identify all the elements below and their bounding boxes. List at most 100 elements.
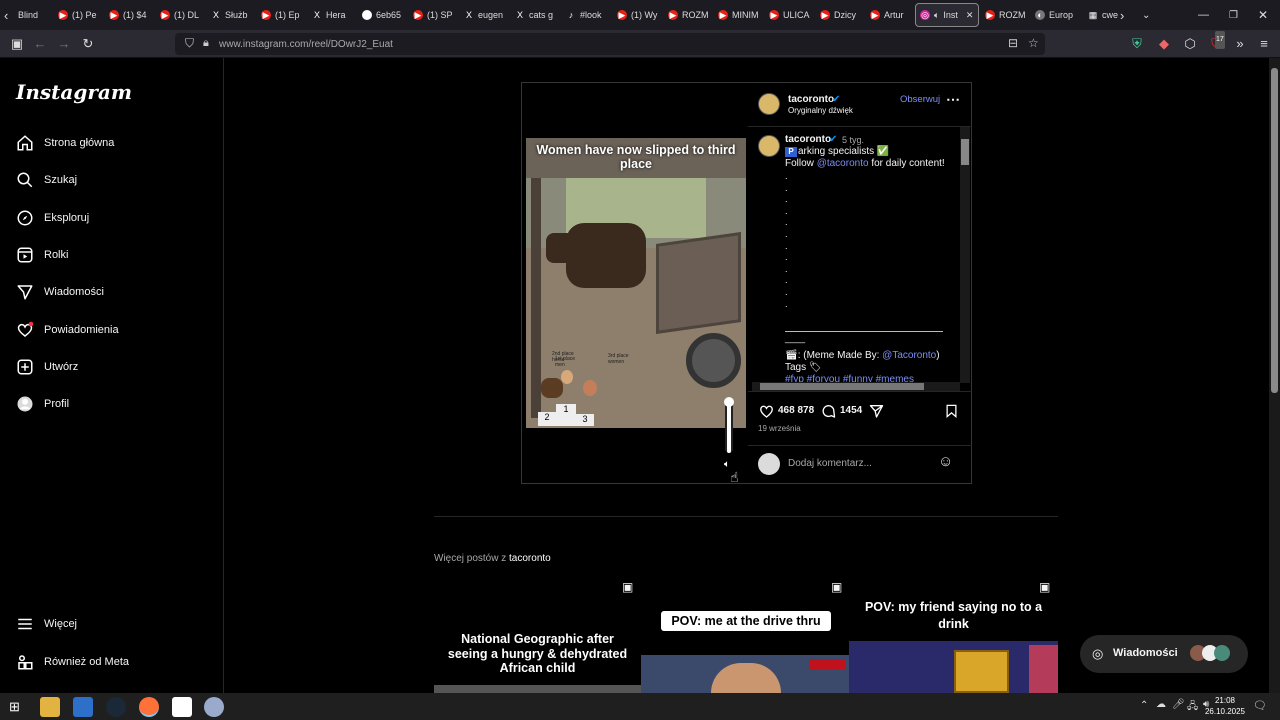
tab-6[interactable]: X Hera [312, 3, 358, 27]
tab-list-button[interactable]: ⌄ [1142, 3, 1150, 27]
more-post-thumb-1[interactable]: National Geographic after seeing a hungr… [434, 575, 641, 693]
caption-vertical-scrollbar[interactable] [960, 127, 970, 383]
sidebar-item-create[interactable]: Utwórz [16, 355, 78, 379]
tray-network-icon[interactable]: 🖧︎ [1187, 699, 1198, 716]
caption-horizontal-scrollbar[interactable] [752, 382, 960, 391]
tab-14[interactable]: ▶ MINIM [718, 3, 764, 27]
caption-mention-link[interactable]: @tacoronto [817, 158, 869, 169]
sidebar-item-search[interactable]: Szukaj [16, 168, 77, 192]
sidebar-item-reels[interactable]: Rolki [16, 243, 68, 267]
url-bar[interactable]: ⛉ 🔒︎ www.instagram.com/reel/DOwrJ2_Euat … [175, 33, 1045, 55]
likes-count[interactable]: 468 878 [778, 405, 814, 416]
tab-scroll-right-button[interactable]: › [1120, 3, 1124, 27]
tab-13[interactable]: ▶ ROZM [668, 3, 714, 27]
extension-ublock-icon[interactable]: ⛉ 17 [1207, 31, 1225, 53]
more-options-icon[interactable]: ⋯ [946, 91, 960, 108]
sidebar-item-meta[interactable]: Również od Meta [16, 650, 129, 674]
sidebar-item-home[interactable]: Strona główna [16, 131, 114, 155]
author-avatar[interactable] [758, 93, 780, 115]
tab-audio-icon[interactable]: 🔈︎ [934, 10, 939, 21]
firefox-icon[interactable] [139, 697, 159, 717]
tray-chevron-icon[interactable]: ⌃ [1140, 700, 1148, 711]
page-scrollbar-thumb[interactable] [1271, 68, 1278, 393]
scrollbar-thumb[interactable] [760, 383, 924, 390]
tab-16[interactable]: ▶ Dzicy [820, 3, 866, 27]
notification-center-icon[interactable]: 🗨︎ [1253, 699, 1267, 712]
more-posts-username-link[interactable]: tacoronto [509, 553, 551, 564]
sidebar-item-messages[interactable]: Wiadomości [16, 280, 104, 304]
tray-cloud-icon[interactable]: ☁ [1156, 699, 1166, 710]
lock-icon[interactable]: 🔒︎ [203, 37, 209, 50]
clock-date[interactable]: 26.10.2025 [1200, 707, 1250, 716]
emoji-picker-icon[interactable]: ☺ [938, 453, 953, 470]
file-explorer-icon[interactable] [40, 697, 60, 717]
back-button[interactable]: ← [31, 35, 49, 53]
steam-icon[interactable] [106, 697, 126, 717]
clock-time[interactable]: 21:08 [1206, 696, 1244, 705]
volume-slider[interactable] [724, 397, 734, 453]
tab-11[interactable]: ♪ #look [566, 3, 612, 27]
tab-1[interactable]: ▶ (1) Pe [58, 3, 104, 27]
extension-shield-icon[interactable]: ⛨ [1128, 35, 1146, 53]
reader-view-icon[interactable]: ⊟ [1008, 36, 1018, 50]
app-notion-icon[interactable] [172, 697, 192, 717]
meme-credit-mention-link[interactable]: @Tacoronto [882, 350, 936, 361]
caption-avatar[interactable] [758, 135, 780, 157]
tab-8[interactable]: ▶ (1) SP [413, 3, 459, 27]
tab-4[interactable]: X Służb [211, 3, 257, 27]
restore-button[interactable]: ❐ [1229, 3, 1238, 27]
extensions-puzzle-icon[interactable]: ⬡ [1181, 35, 1199, 53]
tab-17[interactable]: ▶ Artur [870, 3, 916, 27]
tray-mic-icon[interactable]: 🎤︎ [1172, 699, 1185, 710]
tab-12[interactable]: ▶ (1) Wy [617, 3, 663, 27]
tab-20[interactable]: ◐ Europ [1035, 3, 1081, 27]
close-window-button[interactable]: ✕ [1258, 3, 1268, 27]
bookmark-icon[interactable] [944, 403, 959, 419]
sidebar-item-notifications[interactable]: Powiadomienia [16, 318, 119, 342]
instagram-logo[interactable]: Instagram [16, 80, 132, 104]
tab-15[interactable]: ▶ ULICA [769, 3, 815, 27]
tab-9[interactable]: Xeugen [464, 3, 510, 27]
tab-2[interactable]: ▶ (1) $4 [109, 3, 155, 27]
tab-18[interactable]: ◎ 🔈︎ Inst ✕ [915, 3, 979, 27]
sidebar-toggle-icon[interactable]: ▣ [8, 35, 26, 53]
messages-floating-button[interactable]: ◎ Wiadomości [1080, 635, 1248, 673]
author-username[interactable]: tacoronto [788, 94, 834, 105]
windows-start-icon[interactable]: ⊞ [9, 699, 20, 715]
reel-video[interactable]: Women have now slipped to third place 2n… [526, 138, 746, 428]
tab-3[interactable]: ▶ (1) DL [160, 3, 206, 27]
tab-close-icon[interactable]: ✕ [966, 10, 974, 21]
bookmark-star-icon[interactable]: ☆ [1028, 36, 1039, 50]
app-monitor-icon[interactable] [73, 697, 93, 717]
volume-slider-handle[interactable] [724, 397, 734, 407]
sidebar-item-more[interactable]: Więcej [16, 612, 77, 636]
tab-19[interactable]: ▶ ROZM [985, 3, 1031, 27]
url-text[interactable]: www.instagram.com/reel/DOwrJ2_Euat [219, 39, 393, 50]
scrollbar-thumb[interactable] [961, 139, 969, 165]
forward-button[interactable]: → [55, 35, 73, 53]
app-globe-icon[interactable] [204, 697, 224, 717]
tab-21[interactable]: ▦ cwe [1088, 3, 1134, 27]
audio-label[interactable]: Oryginalny dźwięk [788, 106, 853, 115]
overflow-menu-icon[interactable]: » [1231, 35, 1249, 53]
comment-input[interactable]: Dodaj komentarz... [788, 458, 872, 469]
reload-button[interactable]: ↻ [79, 35, 97, 53]
follow-button[interactable]: Obserwuj [900, 94, 940, 105]
share-send-icon[interactable] [868, 403, 885, 419]
like-heart-icon[interactable] [758, 403, 775, 419]
more-post-thumb-2[interactable]: POV: me at the drive thru ▣ [641, 575, 849, 693]
extension-fox-icon[interactable]: ◆ [1155, 35, 1173, 53]
sidebar-item-profile[interactable]: Profil [16, 392, 69, 416]
comment-icon[interactable] [820, 403, 837, 419]
comments-count[interactable]: 1454 [840, 405, 862, 416]
tab-5[interactable]: ▶ (1) Ep [261, 3, 307, 27]
post-date[interactable]: 19 września [758, 424, 801, 433]
caption-username[interactable]: tacoronto [785, 134, 831, 145]
tab-scroll-left-button[interactable]: ‹ [4, 3, 8, 27]
tab-7[interactable]: X 6eb65 [362, 3, 408, 27]
minimize-button[interactable]: — [1198, 3, 1209, 27]
hamburger-menu-icon[interactable]: ≡ [1255, 35, 1273, 53]
sidebar-item-explore[interactable]: Eksploruj [16, 206, 89, 230]
more-post-thumb-3[interactable]: POV: my friend saying no to a drink ▣ [849, 575, 1058, 693]
tab-10[interactable]: Xcats g [515, 3, 561, 27]
